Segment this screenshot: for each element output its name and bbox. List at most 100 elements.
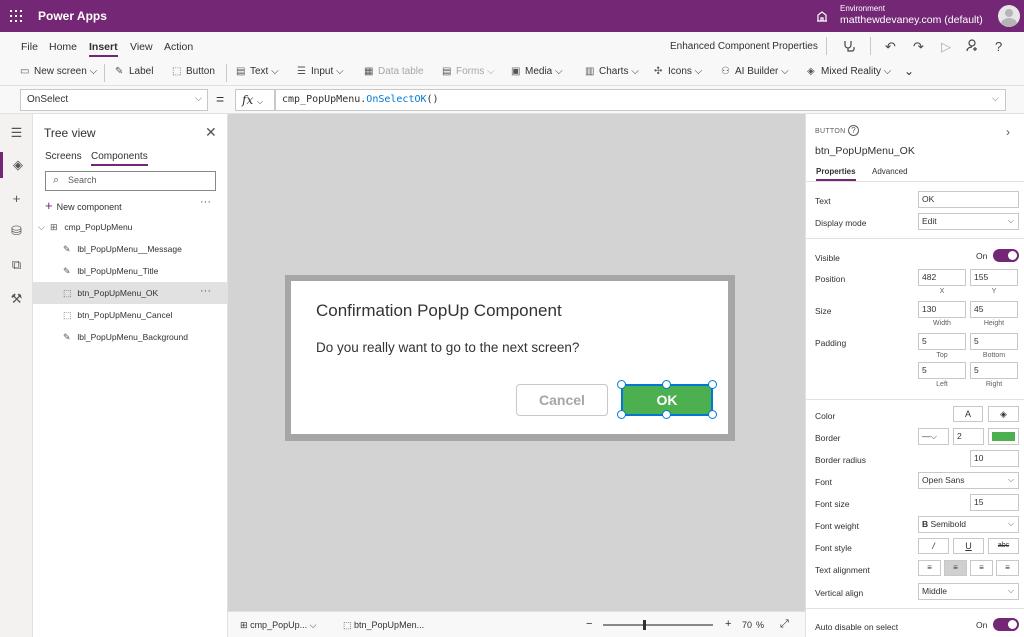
- border-color-button[interactable]: [988, 428, 1019, 445]
- resize-handle[interactable]: [617, 410, 626, 419]
- border-style-select[interactable]: —⌵: [918, 428, 949, 445]
- menu-action[interactable]: Action: [164, 41, 193, 53]
- height-input[interactable]: 45: [970, 301, 1018, 318]
- width-input[interactable]: 130: [918, 301, 966, 318]
- design-canvas[interactable]: Confirmation PopUp Component Do you real…: [228, 114, 805, 611]
- text-color-button[interactable]: A: [953, 406, 983, 422]
- text-input[interactable]: OK: [918, 191, 1019, 208]
- zoom-out-button[interactable]: −: [586, 618, 592, 630]
- undo-icon[interactable]: ↶: [885, 39, 896, 55]
- tree-item-background-label[interactable]: ✎ lbl_PopUpMenu_Background: [33, 326, 227, 348]
- align-right-icon[interactable]: ≡: [970, 560, 993, 576]
- app-launcher-icon[interactable]: [10, 10, 22, 22]
- auto-disable-toggle[interactable]: [993, 618, 1019, 631]
- formula-input[interactable]: cmp_PopUpMenu.OnSelectOK(): [275, 89, 1006, 111]
- position-x-input[interactable]: 482: [918, 269, 966, 286]
- app-checker-icon[interactable]: [842, 39, 856, 56]
- zoom-thumb[interactable]: [643, 620, 646, 630]
- new-component-button[interactable]: +New component: [45, 198, 122, 213]
- font-weight-select[interactable]: B Semibold⌵: [918, 516, 1019, 533]
- cancel-button[interactable]: Cancel: [516, 384, 608, 416]
- padding-bottom-input[interactable]: 5: [970, 333, 1018, 350]
- tab-components[interactable]: Components: [91, 151, 148, 166]
- popup-message[interactable]: Do you really want to go to the next scr…: [316, 340, 579, 355]
- environment-name[interactable]: matthewdevaney.com (default): [840, 14, 983, 26]
- tree-item-message-label[interactable]: ✎ lbl_PopUpMenu__Message: [33, 238, 227, 260]
- tree-view-icon[interactable]: ◈: [0, 152, 33, 178]
- tab-screens[interactable]: Screens: [45, 151, 82, 162]
- display-mode-select[interactable]: Edit⌵: [918, 213, 1019, 230]
- tree-item-title-label[interactable]: ✎ lbl_PopUpMenu_Title: [33, 260, 227, 282]
- preview-icon[interactable]: ▷: [941, 39, 951, 55]
- hamburger-icon[interactable]: ☰: [0, 120, 33, 146]
- popup-title[interactable]: Confirmation PopUp Component: [316, 301, 562, 321]
- vertical-align-select[interactable]: Middle⌵: [918, 583, 1019, 600]
- popup-background[interactable]: Confirmation PopUp Component Do you real…: [285, 275, 735, 441]
- popup-dialog[interactable]: Confirmation PopUp Component Do you real…: [291, 281, 728, 434]
- fit-to-window-icon[interactable]: ⤢: [780, 618, 789, 631]
- ai-builder-menu[interactable]: ⚇AI Builder ⌵: [721, 66, 789, 77]
- charts-menu[interactable]: ▥Charts ⌵: [585, 66, 639, 77]
- property-dropdown[interactable]: OnSelect ⌵: [20, 89, 208, 111]
- forms-menu[interactable]: ▤Forms ⌵: [442, 66, 495, 77]
- control-breadcrumb[interactable]: ⬚ btn_PopUpMen...: [343, 620, 424, 631]
- menu-insert[interactable]: Insert: [89, 41, 118, 57]
- resize-handle[interactable]: [662, 410, 671, 419]
- more-options-icon[interactable]: ···: [200, 285, 211, 297]
- fill-color-icon[interactable]: ◈: [988, 406, 1019, 422]
- more-options-icon[interactable]: ···: [200, 196, 211, 208]
- redo-icon[interactable]: ↷: [913, 39, 924, 55]
- padding-left-input[interactable]: 5: [918, 362, 966, 379]
- resize-handle[interactable]: [708, 410, 717, 419]
- align-left-icon[interactable]: ≡: [918, 560, 941, 576]
- underline-button[interactable]: U: [953, 538, 984, 554]
- zoom-slider[interactable]: [603, 624, 713, 626]
- user-avatar[interactable]: [998, 5, 1020, 27]
- help-icon[interactable]: ?: [995, 39, 1002, 54]
- input-menu[interactable]: ☰Input ⌵: [297, 66, 344, 77]
- new-screen-button[interactable]: ▭New screen ⌵: [20, 66, 97, 77]
- tree-item-ok-button[interactable]: ⬚ btn_PopUpMenu_OK ···: [33, 282, 227, 304]
- icons-menu[interactable]: ✣Icons ⌵: [654, 66, 702, 77]
- tab-properties[interactable]: Properties: [816, 167, 856, 181]
- formula-expand-chevron-icon[interactable]: ⌵: [992, 93, 999, 104]
- visible-toggle[interactable]: [993, 249, 1019, 262]
- padding-right-input[interactable]: 5: [970, 362, 1018, 379]
- tab-advanced[interactable]: Advanced: [872, 167, 908, 176]
- align-justify-icon[interactable]: ≡: [996, 560, 1019, 576]
- more-chevron-icon[interactable]: ⌄: [904, 64, 914, 78]
- border-radius-input[interactable]: 10: [970, 450, 1019, 467]
- button-button[interactable]: ⬚Button: [172, 66, 215, 77]
- resize-handle[interactable]: [708, 380, 717, 389]
- resize-handle[interactable]: [662, 380, 671, 389]
- mixed-reality-menu[interactable]: ◈Mixed Reality ⌵: [807, 66, 891, 77]
- fx-button[interactable]: fx ⌵: [235, 89, 275, 111]
- close-icon[interactable]: ✕: [205, 124, 217, 141]
- share-icon[interactable]: [966, 39, 979, 55]
- resize-handle[interactable]: [617, 380, 626, 389]
- menu-home[interactable]: Home: [49, 41, 77, 53]
- control-name[interactable]: btn_PopUpMenu_OK: [815, 145, 915, 157]
- text-menu[interactable]: ▤Text ⌵: [236, 66, 279, 77]
- search-input[interactable]: ⌕ Search: [45, 171, 216, 191]
- chevron-right-icon[interactable]: ›: [1006, 125, 1010, 139]
- align-center-icon[interactable]: ≡: [944, 560, 967, 576]
- zoom-in-button[interactable]: +: [725, 618, 731, 630]
- insert-plus-icon[interactable]: +: [0, 186, 33, 212]
- border-width-input[interactable]: 2: [953, 428, 984, 445]
- data-table-button[interactable]: ▦Data table: [364, 66, 424, 77]
- menu-file[interactable]: File: [21, 41, 38, 53]
- font-select[interactable]: Open Sans⌵: [918, 472, 1019, 489]
- padding-top-input[interactable]: 5: [918, 333, 966, 350]
- menu-view[interactable]: View: [130, 41, 153, 53]
- tree-item-cancel-button[interactable]: ⬚ btn_PopUpMenu_Cancel: [33, 304, 227, 326]
- strikethrough-button[interactable]: abc: [988, 538, 1019, 554]
- tree-item-component[interactable]: ⌵⊞ cmp_PopUpMenu: [33, 216, 227, 238]
- position-y-input[interactable]: 155: [970, 269, 1018, 286]
- help-circle-icon[interactable]: ?: [848, 125, 859, 136]
- label-button[interactable]: ✎Label: [115, 66, 153, 77]
- font-size-input[interactable]: 15: [970, 494, 1019, 511]
- advanced-tools-icon[interactable]: ⚒: [0, 286, 33, 312]
- media-menu[interactable]: ▣Media ⌵: [511, 66, 563, 77]
- data-icon[interactable]: ⛁: [0, 218, 33, 244]
